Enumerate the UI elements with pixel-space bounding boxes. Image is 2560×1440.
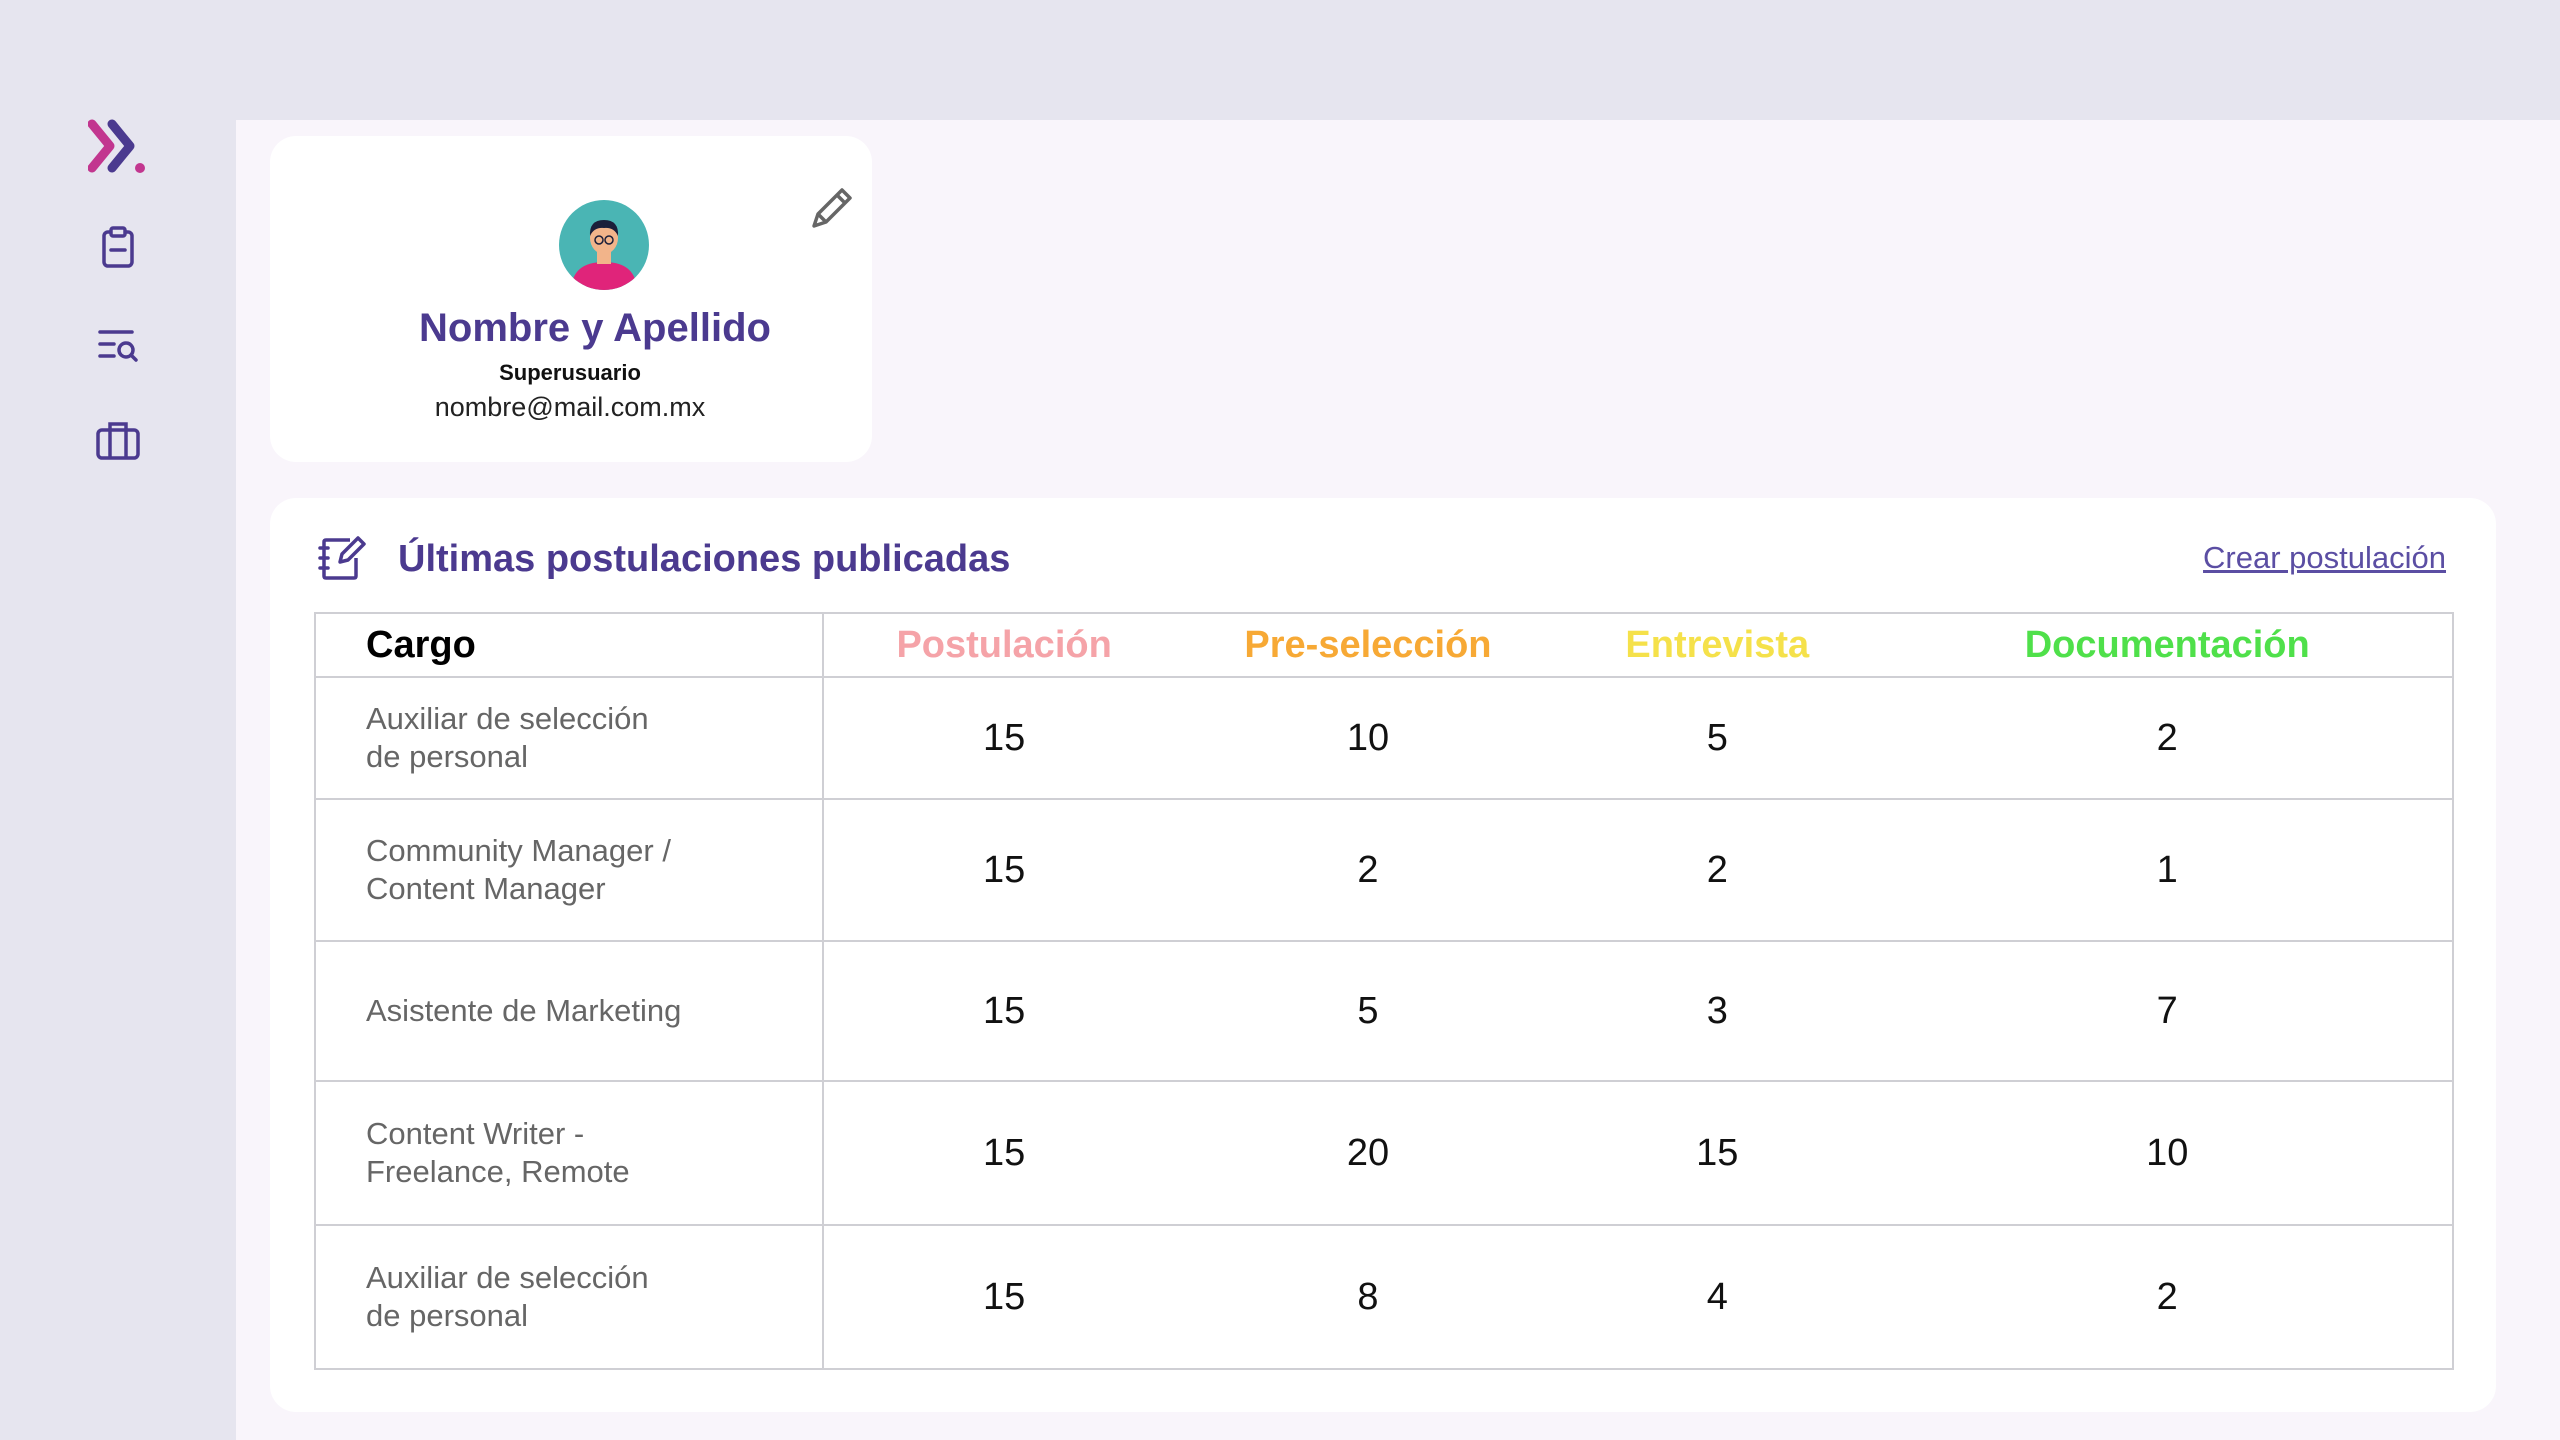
documentacion-count: 2 <box>2156 1275 2178 1318</box>
documentacion-count: 1 <box>1882 799 2453 942</box>
documentacion-count: 2 <box>1882 677 2453 800</box>
cargo-line: Content Manager <box>366 871 606 906</box>
table-row[interactable]: Auxiliar de selección de personal 15 8 4 … <box>315 1225 2453 1369</box>
postulacion-count: 15 <box>823 677 1184 800</box>
cargo-cell: Auxiliar de selección de personal <box>315 677 825 800</box>
notebook-edit-icon <box>316 532 368 584</box>
column-header-postulacion: Postulación <box>823 613 1184 678</box>
cargo-line: Auxiliar de selección <box>366 1260 649 1295</box>
column-header-documentacion: Documentación <box>1882 613 2453 678</box>
cargo-cell: Content Writer - Freelance, Remote <box>315 1081 825 1226</box>
cargo-line: Freelance, Remote <box>366 1154 630 1189</box>
cargo-line: Asistente de Marketing <box>366 993 682 1028</box>
table-row[interactable]: Auxiliar de selección de personal 15 10 5… <box>315 677 2453 800</box>
cargo-cell: Community Manager / Content Manager <box>315 799 825 942</box>
column-header-preseleccion: Pre-selección <box>1183 613 1553 678</box>
column-header-entrevista: Entrevista <box>1552 613 1883 678</box>
entrevista-count: 15 <box>1552 1081 1883 1226</box>
search-list-icon[interactable] <box>94 322 142 370</box>
avatar <box>559 200 649 290</box>
main-content: Nombre y Apellido Superusuario nombre@ma… <box>236 120 2560 1440</box>
table-row[interactable]: Content Writer - Freelance, Remote 15 20 … <box>315 1081 2453 1226</box>
cargo-line: Auxiliar de selección <box>366 701 649 736</box>
cargo-line: Content Writer - <box>366 1116 585 1151</box>
pencil-icon[interactable] <box>806 182 858 234</box>
table-header-row: Cargo Postulación Pre-selección Entrevis… <box>315 613 2453 678</box>
postings-title: Últimas postulaciones publicadas <box>398 538 1011 580</box>
cargo-line: de personal <box>366 1298 529 1333</box>
table-row[interactable]: Community Manager / Content Manager 15 2 … <box>315 799 2453 942</box>
postulacion-count: 15 <box>823 799 1184 942</box>
entrevista-count: 3 <box>1552 941 1883 1082</box>
entrevista-count: 4 <box>1706 1275 1728 1318</box>
clipboard-icon[interactable] <box>94 224 142 272</box>
postulacion-count: 15 <box>823 941 1184 1082</box>
cargo-cell: Asistente de Marketing <box>315 941 825 1082</box>
postulacion-count: 15 <box>982 1275 1026 1318</box>
preseleccion-count: 2 <box>1183 799 1553 942</box>
profile-email: nombre@mail.com.mx <box>434 392 706 422</box>
profile-name: Nombre y Apellido <box>419 306 771 350</box>
double-chevron-logo-icon[interactable] <box>87 118 152 178</box>
top-bar <box>236 0 2560 120</box>
sidebar <box>0 0 236 1440</box>
entrevista-count: 5 <box>1552 677 1883 800</box>
profile-card: Nombre y Apellido Superusuario nombre@ma… <box>270 136 872 462</box>
postulacion-count: 15 <box>823 1081 1184 1226</box>
postings-table: Cargo Postulación Pre-selección Entrevis… <box>314 612 2454 1370</box>
preseleccion-count: 5 <box>1183 941 1553 1082</box>
cargo-cell: Auxiliar de selección de personal <box>315 1225 825 1369</box>
table-row[interactable]: Asistente de Marketing 15 5 3 7 <box>315 941 2453 1082</box>
briefcase-icon[interactable] <box>94 416 142 464</box>
postings-card: Últimas postulaciones publicadas Crear p… <box>270 498 2496 1412</box>
create-posting-link[interactable]: Crear postulación <box>2203 540 2446 576</box>
cargo-line: Community Manager / <box>366 833 671 868</box>
preseleccion-count: 8 <box>1357 1275 1379 1318</box>
profile-role: Superusuario <box>499 360 641 385</box>
entrevista-count: 2 <box>1552 799 1883 942</box>
documentacion-count: 7 <box>1882 941 2453 1082</box>
column-header-cargo: Cargo <box>315 613 825 678</box>
preseleccion-count: 20 <box>1183 1081 1553 1226</box>
documentacion-count: 10 <box>1882 1081 2453 1226</box>
preseleccion-count: 10 <box>1183 677 1553 800</box>
cargo-line: de personal <box>366 739 529 774</box>
